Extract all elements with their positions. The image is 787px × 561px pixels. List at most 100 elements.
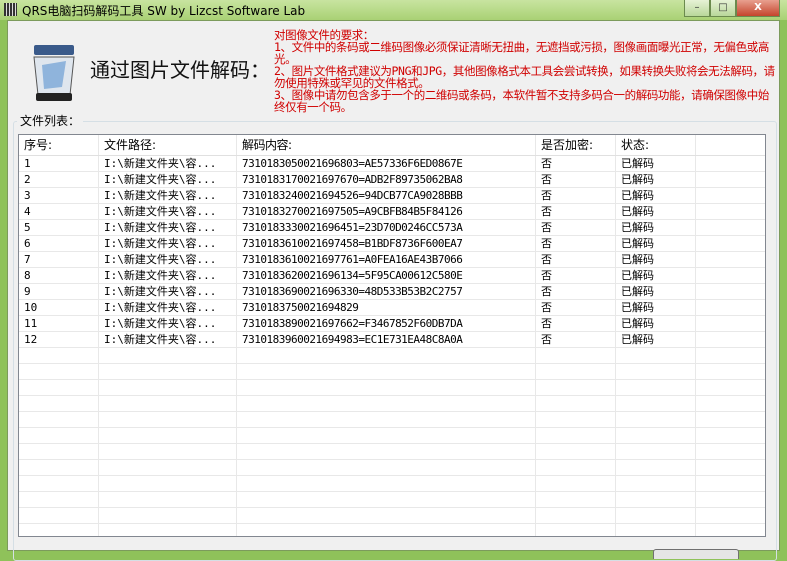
- row-index: 7: [19, 252, 99, 267]
- row-status: [616, 460, 696, 475]
- column-header-encrypted[interactable]: 是否加密:: [536, 135, 616, 155]
- table-row[interactable]: 3 I:\新建文件夹\容... 7310183240021694526=94DCB7…: [19, 188, 765, 204]
- row-encrypted: [536, 396, 616, 411]
- row-content: [237, 524, 536, 536]
- row-encrypted: 否: [536, 332, 616, 347]
- row-status: [616, 428, 696, 443]
- row-status: 已解码: [616, 268, 696, 283]
- row-index: 1: [19, 156, 99, 171]
- row-index: 3: [19, 188, 99, 203]
- column-header-content[interactable]: 解码内容:: [237, 135, 536, 155]
- row-encrypted: [536, 380, 616, 395]
- row-content: 7310183620021696134=5F95CA00612C580E: [237, 268, 536, 283]
- row-filler: [696, 428, 765, 443]
- minimize-button[interactable]: –: [684, 0, 710, 17]
- row-index: 4: [19, 204, 99, 219]
- column-header-path[interactable]: 文件路径:: [99, 135, 237, 155]
- row-encrypted: 否: [536, 172, 616, 187]
- row-index: [19, 380, 99, 395]
- row-status: [616, 492, 696, 507]
- row-index: 12: [19, 332, 99, 347]
- row-filler: [696, 252, 765, 267]
- row-content: 7310183050021696803=AE57336F6ED0867E: [237, 156, 536, 171]
- table-row[interactable]: 4 I:\新建文件夹\容... 7310183270021697505=A9CBFB…: [19, 204, 765, 220]
- row-encrypted: 否: [536, 156, 616, 171]
- row-encrypted: [536, 444, 616, 459]
- table-row[interactable]: 6 I:\新建文件夹\容... 7310183610021697458=B1BDF8…: [19, 236, 765, 252]
- row-path: [99, 460, 237, 475]
- row-encrypted: 否: [536, 204, 616, 219]
- table-row[interactable]: 12 I:\新建文件夹\容... 7310183960021694983=EC1E7…: [19, 332, 765, 348]
- empty-row: [19, 396, 765, 412]
- row-index: [19, 524, 99, 536]
- requirement-2: 2、图片文件格式建议为PNG和JPG，其他图像格式本工具会尝试转换，如果转换失败…: [274, 64, 775, 90]
- table-row[interactable]: 10 I:\新建文件夹\容... 7310183750021694829 否已解码: [19, 300, 765, 316]
- table-row[interactable]: 11 I:\新建文件夹\容... 7310183890021697662=F3467…: [19, 316, 765, 332]
- app-icon: [4, 3, 17, 16]
- row-index: 6: [19, 236, 99, 251]
- row-content: 7310183270021697505=A9CBFB84B5F84126: [237, 204, 536, 219]
- row-content: 7310183690021696330=48D533B53B2C2757: [237, 284, 536, 299]
- row-encrypted: [536, 476, 616, 491]
- row-filler: [696, 412, 765, 427]
- row-path: I:\新建文件夹\容...: [99, 284, 237, 299]
- scanner-icon: [33, 45, 75, 101]
- row-status: [616, 476, 696, 491]
- maximize-button[interactable]: □: [710, 0, 736, 17]
- row-path: [99, 524, 237, 536]
- row-filler: [696, 268, 765, 283]
- row-index: [19, 460, 99, 475]
- table-row[interactable]: 9 I:\新建文件夹\容... 7310183690021696330=48D533…: [19, 284, 765, 300]
- row-filler: [696, 396, 765, 411]
- row-encrypted: [536, 348, 616, 363]
- row-path: [99, 508, 237, 523]
- row-encrypted: 否: [536, 316, 616, 331]
- table-row[interactable]: 8 I:\新建文件夹\容... 7310183620021696134=5F95CA…: [19, 268, 765, 284]
- row-path: [99, 444, 237, 459]
- row-status: 已解码: [616, 172, 696, 187]
- row-filler: [696, 476, 765, 491]
- table-row[interactable]: 2 I:\新建文件夹\容... 7310183170021697670=ADB2F8…: [19, 172, 765, 188]
- row-index: [19, 428, 99, 443]
- empty-row: [19, 428, 765, 444]
- title-bar: QRS电脑扫码解码工具 SW by Lizcst Software Lab – …: [0, 0, 787, 20]
- row-encrypted: 否: [536, 220, 616, 235]
- row-content: [237, 492, 536, 507]
- row-filler: [696, 204, 765, 219]
- row-status: [616, 412, 696, 427]
- row-path: [99, 380, 237, 395]
- row-index: [19, 444, 99, 459]
- table-row[interactable]: 1 I:\新建文件夹\容... 7310183050021696803=AE5733…: [19, 156, 765, 172]
- row-content: [237, 348, 536, 363]
- row-filler: [696, 332, 765, 347]
- row-path: [99, 348, 237, 363]
- row-filler: [696, 364, 765, 379]
- table-row[interactable]: 7 I:\新建文件夹\容... 7310183610021697761=A0FEA1…: [19, 252, 765, 268]
- row-status: 已解码: [616, 284, 696, 299]
- row-filler: [696, 380, 765, 395]
- row-path: [99, 412, 237, 427]
- row-status: [616, 444, 696, 459]
- file-list-table[interactable]: 序号: 文件路径: 解码内容: 是否加密: 状态: 1 I:\新建文件夹\容...…: [18, 134, 766, 537]
- row-path: I:\新建文件夹\容...: [99, 316, 237, 331]
- empty-row: [19, 444, 765, 460]
- row-filler: [696, 460, 765, 475]
- row-status: 已解码: [616, 252, 696, 267]
- row-content: [237, 364, 536, 379]
- row-index: [19, 364, 99, 379]
- empty-row: [19, 492, 765, 508]
- window-title: QRS电脑扫码解码工具 SW by Lizcst Software Lab: [22, 4, 306, 18]
- row-filler: [696, 220, 765, 235]
- row-encrypted: [536, 412, 616, 427]
- requirement-3: 3、图像中请勿包含多于一个的二维码或条码，本软件暂不支持多码合一的解码功能，请确…: [274, 88, 769, 114]
- table-row[interactable]: 5 I:\新建文件夹\容... 7310183330021696451=23D70D…: [19, 220, 765, 236]
- column-header-index[interactable]: 序号:: [19, 135, 99, 155]
- row-index: 2: [19, 172, 99, 187]
- row-filler: [696, 316, 765, 331]
- row-filler: [696, 524, 765, 536]
- row-status: 已解码: [616, 156, 696, 171]
- close-button[interactable]: X: [736, 0, 780, 17]
- row-filler: [696, 156, 765, 171]
- row-status: [616, 380, 696, 395]
- column-header-status[interactable]: 状态:: [616, 135, 696, 155]
